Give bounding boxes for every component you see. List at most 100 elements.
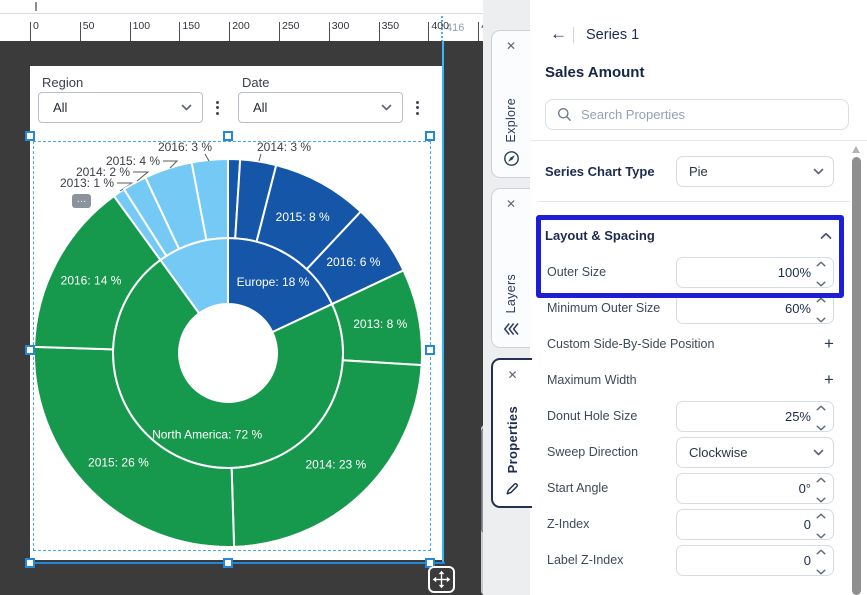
stepper-arrows[interactable]: [816, 254, 826, 292]
property-label-3: Minimum Outer Size: [547, 301, 660, 315]
add-property-button[interactable]: +: [818, 333, 840, 355]
ruler-tick: [329, 22, 330, 42]
stepper-label-z-index[interactable]: 0: [676, 545, 834, 576]
slice-label-inside: 2013: 8 %: [353, 317, 407, 331]
search-properties-box[interactable]: [545, 99, 849, 130]
tab-explore[interactable]: ✕Explore: [491, 30, 530, 178]
header-divider: [573, 27, 574, 43]
property-label-6: Donut Hole Size: [547, 409, 637, 423]
tab-label: Properties: [505, 406, 520, 473]
stepper-arrows[interactable]: [816, 470, 826, 508]
close-icon[interactable]: ✕: [506, 197, 516, 211]
selection-resize-handle[interactable]: [25, 558, 35, 568]
selection-resize-handle[interactable]: [223, 558, 233, 568]
control-value: 0: [677, 553, 811, 568]
ruler-tick: [478, 22, 479, 42]
selection-resize-handle[interactable]: [425, 131, 435, 141]
control-value: Clockwise: [677, 445, 813, 460]
property-label-0: Series Chart Type: [545, 164, 655, 179]
move-widget-handle[interactable]: [428, 566, 455, 593]
stepper-z-index[interactable]: 0: [676, 509, 834, 540]
widget-bottom-edge: [27, 562, 445, 564]
property-label-5: Maximum Width: [547, 373, 637, 387]
compass-icon: [503, 150, 520, 167]
panel-scrollbar-up-arrow[interactable]: [852, 146, 860, 153]
stepper-donut-hole-size[interactable]: 25%: [676, 401, 834, 432]
ruler-tick: [229, 22, 230, 42]
search-properties-input[interactable]: [579, 106, 848, 123]
step-up-icon[interactable]: [816, 542, 826, 560]
ruler-tick: [30, 22, 31, 42]
step-up-icon[interactable]: [816, 398, 826, 416]
ruler-tick-label: 400: [431, 20, 449, 32]
close-icon[interactable]: ✕: [506, 39, 516, 53]
step-up-icon[interactable]: [816, 470, 826, 488]
stepper-arrows[interactable]: [816, 542, 826, 580]
back-arrow-icon[interactable]: ←: [550, 24, 567, 44]
stepper-arrows[interactable]: [816, 398, 826, 436]
ruler-tick: [279, 22, 280, 42]
ruler-tick: [80, 22, 81, 42]
step-up-icon[interactable]: [816, 290, 826, 308]
label-connector-line: [259, 154, 261, 161]
control-value: 0: [677, 517, 811, 532]
chevron-down-icon: [813, 449, 824, 456]
slice-label-inside: 2014: 23 %: [306, 457, 367, 471]
ruler-tick-label: 200: [232, 20, 250, 32]
dashboard-canvas[interactable]: RegionAllDateAll Europe: 18 %North Ameri…: [0, 41, 483, 595]
step-up-icon[interactable]: [816, 506, 826, 524]
slice-label-outside: 2015: 4 %: [106, 154, 160, 168]
close-icon[interactable]: ✕: [507, 368, 517, 382]
tab-properties[interactable]: ✕ Properties: [491, 358, 532, 508]
hidden-labels-indicator-icon[interactable]: …: [72, 194, 91, 208]
search-icon: [557, 107, 572, 122]
widget-right-edge-guide: [442, 41, 444, 563]
horizontal-ruler: 416 050100150200250300350400450: [0, 13, 492, 43]
ruler-tick-label: 150: [182, 20, 200, 32]
step-down-icon[interactable]: [816, 310, 826, 328]
selection-resize-handle[interactable]: [25, 345, 35, 355]
slice-label-outside: 2014: 3 %: [257, 140, 311, 154]
property-label-7: Sweep Direction: [547, 445, 638, 459]
donut-chart: Europe: 18 %North America: 72 %2014: 3 %…: [0, 41, 483, 595]
slice-label-inside: 2015: 8 %: [276, 210, 330, 224]
stepper-arrows[interactable]: [816, 290, 826, 328]
panel-divider: [530, 140, 867, 141]
collapse-chevron-up-icon[interactable]: [820, 232, 832, 240]
tab-layers[interactable]: ✕ Layers: [491, 188, 530, 348]
control-value: 100%: [677, 265, 811, 280]
stepper-arrows[interactable]: [816, 506, 826, 544]
stepper-outer-size[interactable]: 100%: [676, 257, 834, 288]
panel-scrollbar-thumb[interactable]: [852, 157, 861, 595]
property-label-9: Z-Index: [547, 517, 589, 531]
properties-panel: ← Series 1 Sales Amount Series Chart Typ…: [530, 0, 867, 595]
slice-label-inside: 2016: 14 %: [61, 273, 122, 287]
property-label-10: Label Z-Index: [547, 553, 623, 567]
step-down-icon[interactable]: [816, 418, 826, 436]
tab-label: Layers: [504, 274, 518, 313]
ruler-tick: [428, 22, 429, 42]
slice-label-inside: 2016: 6 %: [326, 255, 380, 269]
stepper-start-angle[interactable]: 0°: [676, 473, 834, 504]
control-value: 0°: [677, 481, 811, 496]
selection-resize-handle[interactable]: [223, 131, 233, 141]
add-property-button[interactable]: +: [818, 369, 840, 391]
selection-resize-handle[interactable]: [25, 131, 35, 141]
control-value: 25%: [677, 409, 811, 424]
control-value: Pie: [677, 164, 813, 179]
dropdown-sweep-direction[interactable]: Clockwise: [676, 437, 834, 468]
pen-icon: [505, 481, 520, 496]
step-up-icon[interactable]: [816, 254, 826, 272]
side-tab-strip: ✕Explore✕Layers✕Properties: [483, 0, 530, 595]
selection-resize-handle[interactable]: [425, 345, 435, 355]
step-down-icon[interactable]: [816, 562, 826, 580]
ruler-tick-label: 50: [83, 20, 95, 32]
slice-label-inside: 2015: 26 %: [88, 456, 149, 470]
property-label-8: Start Angle: [547, 481, 608, 495]
ruler-tick-label: 350: [382, 20, 400, 32]
dropdown-series-chart-type[interactable]: Pie: [676, 156, 834, 187]
stepper-minimum-outer-size[interactable]: 60%: [676, 293, 834, 324]
app-root: 416 050100150200250300350400450 RegionAl…: [0, 0, 867, 595]
ruler-tick: [179, 22, 180, 42]
layers-icon: [503, 321, 519, 337]
